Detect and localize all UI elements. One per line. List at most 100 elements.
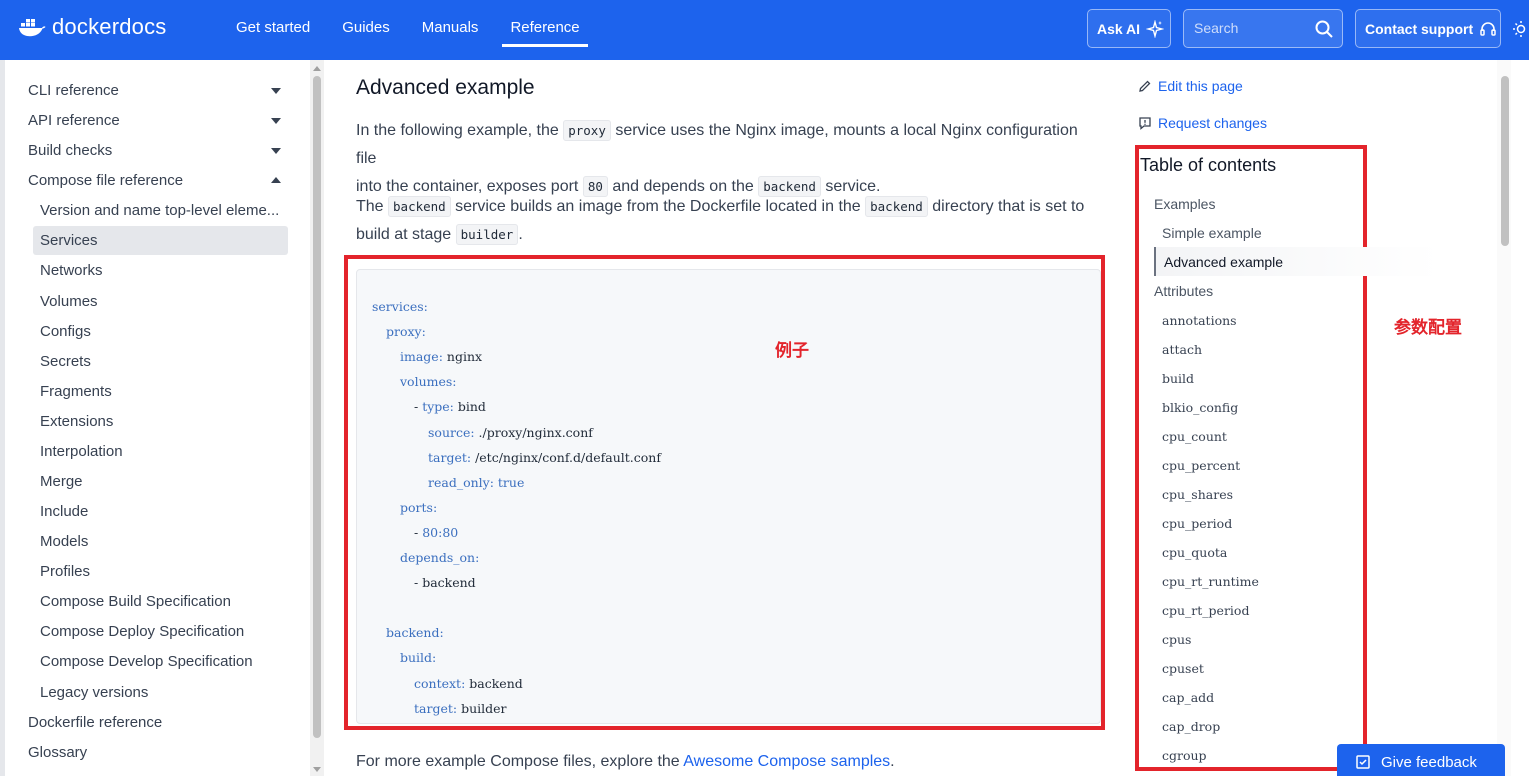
- search-input[interactable]: [1184, 10, 1309, 46]
- sidebar-item-legacy-versions[interactable]: Legacy versions: [40, 684, 148, 701]
- sidebar-item-networks[interactable]: Networks: [40, 262, 103, 279]
- contact-support-label: Contact support: [1365, 20, 1474, 37]
- sidebar-item-dockerfile-reference[interactable]: Dockerfile reference: [28, 714, 162, 731]
- toc-attr-item[interactable]: cap_drop: [1162, 719, 1220, 734]
- toc-attr-item[interactable]: blkio_config: [1162, 400, 1238, 415]
- chevron-up-icon[interactable]: [271, 177, 281, 183]
- sparkle-icon: [1146, 19, 1165, 38]
- ask-ai-label: Ask AI: [1097, 20, 1141, 37]
- headset-icon: [1480, 21, 1496, 36]
- toc-attr-item[interactable]: cap_add: [1162, 690, 1214, 705]
- toc-attr-item[interactable]: cpu_period: [1162, 516, 1232, 531]
- toc-attr-item[interactable]: cgroup: [1162, 748, 1207, 763]
- p2-text-4: build at stage: [356, 226, 456, 243]
- top-navbar: dockerdocs Get started Guides Manuals Re…: [0, 0, 1529, 60]
- sidebar-item-configs[interactable]: Configs: [40, 323, 91, 340]
- toc-attr-item[interactable]: annotations: [1162, 313, 1237, 328]
- sidebar-item-interpolation[interactable]: Interpolation: [40, 443, 123, 460]
- toc-title: Table of contents: [1140, 155, 1277, 175]
- sidebar-item-include[interactable]: Include: [40, 503, 88, 520]
- toc-attr-item[interactable]: cpu_count: [1162, 429, 1227, 444]
- toc-attr-item[interactable]: build: [1162, 371, 1194, 386]
- sidebar-item-volumes[interactable]: Volumes: [40, 293, 98, 310]
- sidebar-item-compose-file-reference[interactable]: Compose file reference: [28, 172, 183, 189]
- search-icon[interactable]: [1314, 19, 1334, 39]
- scroll-down-arrow-icon[interactable]: [313, 767, 321, 772]
- sidebar-item-build-checks[interactable]: Build checks: [28, 142, 112, 159]
- toc-attr-item[interactable]: cpu_rt_runtime: [1162, 574, 1259, 589]
- toc-attr-item[interactable]: attach: [1162, 342, 1202, 357]
- chevron-down-icon[interactable]: [271, 118, 281, 124]
- p2-text-2: service builds an image from the Dockerf…: [450, 198, 866, 215]
- sidebar: CLI reference API reference Build checks…: [0, 60, 310, 776]
- toc-attr-item[interactable]: cpu_shares: [1162, 487, 1233, 502]
- edit-page-link[interactable]: Edit this page: [1138, 78, 1243, 94]
- footer-text: For more example Compose files, explore …: [356, 753, 684, 770]
- inline-code: proxy: [563, 120, 611, 141]
- nav-manuals[interactable]: Manuals: [406, 0, 495, 60]
- contact-support-button[interactable]: Contact support: [1355, 9, 1501, 48]
- sidebar-item-glossary[interactable]: Glossary: [28, 744, 87, 761]
- sidebar-item-version-name[interactable]: Version and name top-level eleme...: [40, 202, 279, 219]
- sidebar-item-compose-build-spec[interactable]: Compose Build Specification: [40, 593, 231, 610]
- p2-text-3: directory that is set to: [927, 198, 1085, 215]
- sidebar-item-compose-deploy-spec[interactable]: Compose Deploy Specification: [40, 623, 244, 640]
- logo-text: dockerdocs: [52, 14, 167, 39]
- sidebar-item-api-reference[interactable]: API reference: [28, 112, 120, 129]
- paragraph-2: The backend service builds an image from…: [356, 193, 1101, 249]
- annotation-label-code: 例子: [775, 341, 809, 361]
- feedback-icon: [1356, 755, 1370, 769]
- annotation-label-params: 参数配置: [1394, 318, 1462, 338]
- annotation-box-code: [344, 255, 1105, 730]
- sidebar-item-extensions[interactable]: Extensions: [40, 413, 113, 430]
- toc-attr-item[interactable]: cpuset: [1162, 661, 1204, 676]
- main-nav: Get started Guides Manuals Reference: [220, 0, 596, 60]
- toc-attr-item[interactable]: cpus: [1162, 632, 1191, 647]
- chevron-down-icon[interactable]: [271, 148, 281, 154]
- give-feedback-button[interactable]: Give feedback: [1337, 744, 1505, 776]
- inline-code: backend: [388, 196, 451, 217]
- request-changes-label: Request changes: [1158, 115, 1267, 131]
- toc-attr-item[interactable]: cpu_percent: [1162, 458, 1240, 473]
- sidebar-item-merge[interactable]: Merge: [40, 473, 83, 490]
- awesome-compose-link[interactable]: Awesome Compose samples: [683, 753, 890, 770]
- chevron-down-icon[interactable]: [271, 88, 281, 94]
- sidebar-item-secrets[interactable]: Secrets: [40, 353, 91, 370]
- sidebar-item-fragments[interactable]: Fragments: [40, 383, 112, 400]
- comment-alert-icon: [1139, 117, 1151, 130]
- toc-simple-example[interactable]: Simple example: [1162, 225, 1262, 241]
- ask-ai-button[interactable]: Ask AI: [1087, 9, 1171, 48]
- docker-whale-icon: [19, 19, 46, 37]
- p1-text-1: In the following example, the: [356, 122, 564, 139]
- give-feedback-label: Give feedback: [1381, 753, 1477, 771]
- sidebar-scrollbar-thumb[interactable]: [313, 76, 321, 738]
- request-changes-link[interactable]: Request changes: [1138, 115, 1267, 131]
- scroll-up-arrow-icon[interactable]: [313, 66, 321, 71]
- inline-code: backend: [865, 196, 928, 217]
- inline-code: builder: [455, 224, 519, 245]
- toc-attributes[interactable]: Attributes: [1154, 283, 1213, 299]
- search-box[interactable]: [1183, 9, 1343, 48]
- toc-examples[interactable]: Examples: [1154, 196, 1215, 212]
- section-heading: Advanced example: [356, 76, 535, 99]
- sidebar-item-models[interactable]: Models: [40, 533, 88, 550]
- toc-advanced-example[interactable]: Advanced example: [1164, 254, 1283, 270]
- sidebar-item-compose-develop-spec[interactable]: Compose Develop Specification: [40, 653, 253, 670]
- pencil-icon: [1139, 80, 1151, 92]
- sidebar-item-services[interactable]: Services: [40, 232, 98, 249]
- nav-guides[interactable]: Guides: [326, 0, 406, 60]
- paragraph-1: In the following example, the proxy serv…: [356, 117, 1101, 201]
- docker-logo[interactable]: dockerdocs: [18, 14, 167, 40]
- footer-end: .: [890, 753, 895, 770]
- toc-attr-item[interactable]: cpu_quota: [1162, 545, 1227, 560]
- page-scrollbar-thumb[interactable]: [1501, 76, 1509, 246]
- sun-icon[interactable]: [1512, 20, 1528, 38]
- sidebar-item-profiles[interactable]: Profiles: [40, 563, 90, 580]
- p2-text-1: The: [356, 198, 389, 215]
- toc-attr-item[interactable]: cpu_rt_period: [1162, 603, 1249, 618]
- nav-reference[interactable]: Reference: [494, 0, 595, 60]
- p2-text-5: .: [518, 226, 523, 243]
- edit-page-label: Edit this page: [1158, 78, 1243, 94]
- sidebar-item-cli-reference[interactable]: CLI reference: [28, 82, 119, 99]
- nav-get-started[interactable]: Get started: [220, 0, 326, 60]
